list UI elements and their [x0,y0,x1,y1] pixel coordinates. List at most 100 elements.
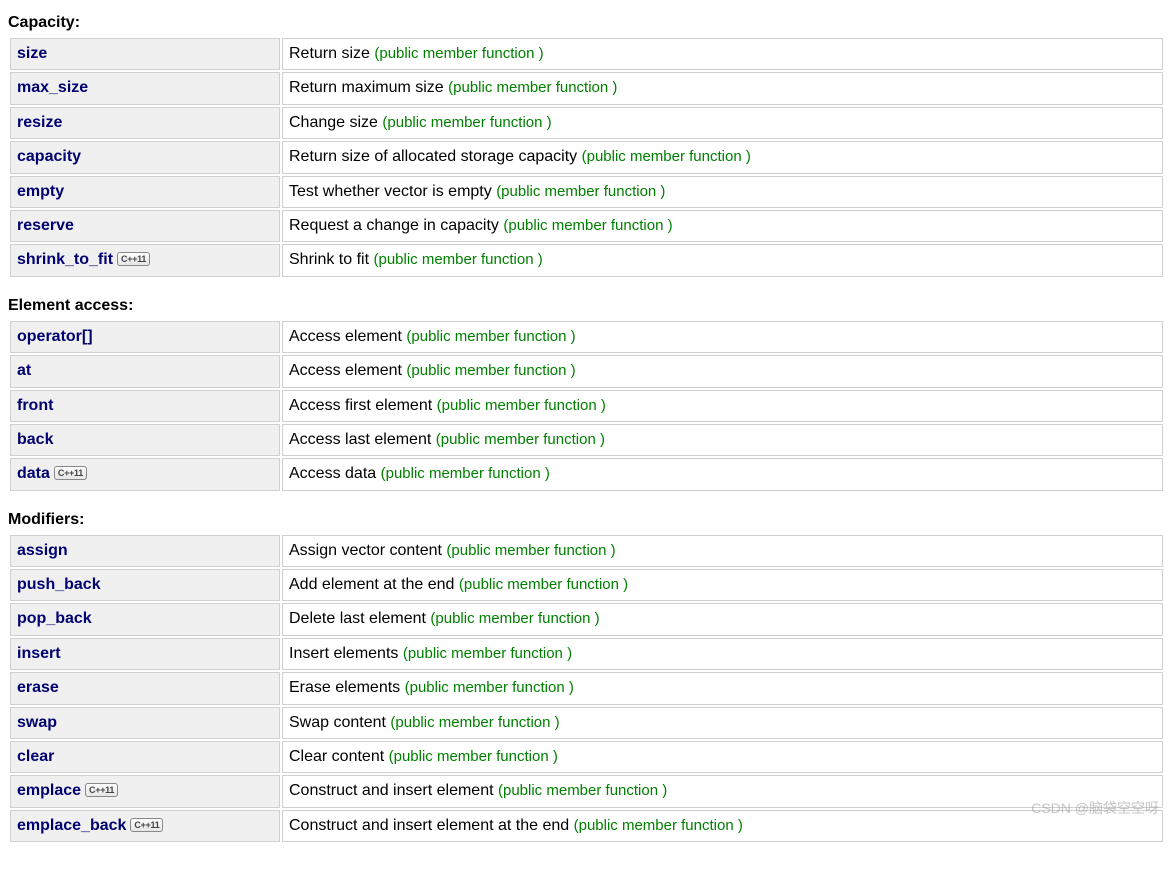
member-desc-cell: Test whether vector is empty (public mem… [282,176,1163,208]
member-name-cell: capacity [10,141,280,173]
member-name-cell: front [10,390,280,422]
member-table: operator[] Access element (public member … [8,319,1165,493]
table-row: clearClear content (public member functi… [10,741,1163,773]
member-name-cell: dataC++11 [10,458,280,490]
member-name-cell: swap [10,707,280,739]
member-desc-cell: Insert elements (public member function … [282,638,1163,670]
member-desc-text: Change size [289,114,382,131]
member-desc-text: Access element [289,362,406,379]
member-link[interactable]: pop_back [17,610,92,627]
member-link[interactable]: emplace [17,782,81,799]
public-member-function-label: (public member function ) [374,45,543,62]
member-desc-cell: Access element (public member function ) [282,355,1163,387]
public-member-function-label: (public member function ) [389,748,558,765]
member-link[interactable]: max_size [17,79,88,96]
table-row: pop_back Delete last element (public memb… [10,603,1163,635]
public-member-function-label: (public member function ) [390,714,559,731]
member-name-cell: empty [10,176,280,208]
member-desc-cell: Access data (public member function ) [282,458,1163,490]
public-member-function-label: (public member function ) [436,431,605,448]
member-desc-cell: Return size (public member function ) [282,38,1163,70]
member-desc-text: Shrink to fit [289,251,373,268]
table-row: size Return size (public member function … [10,38,1163,70]
member-desc-text: Add element at the end [289,576,459,593]
cpp11-badge-icon: C++11 [117,252,150,266]
public-member-function-label: (public member function ) [498,782,667,799]
member-link[interactable]: empty [17,183,64,200]
member-desc-cell: Delete last element (public member funct… [282,603,1163,635]
member-link[interactable]: at [17,362,31,379]
cpp11-badge-icon: C++11 [130,818,163,832]
public-member-function-label: (public member function ) [496,183,665,200]
table-row: erase Erase elements (public member funct… [10,672,1163,704]
member-link[interactable]: operator[] [17,328,93,345]
member-desc-cell: Construct and insert element at the end … [282,810,1163,842]
member-name-cell: push_back [10,569,280,601]
member-desc-text: Swap content [289,714,390,731]
table-row: operator[]Access element (public member … [10,321,1163,353]
table-row: capacity Return size of allocated storage… [10,141,1163,173]
table-row: resize Change size (public member functio… [10,107,1163,139]
member-name-cell: operator[] [10,321,280,353]
member-name-cell: resize [10,107,280,139]
member-desc-text: Return size [289,45,374,62]
table-row: back Access last element (public member f… [10,424,1163,456]
member-name-cell: shrink_to_fit C++11 [10,244,280,276]
member-name-cell: max_size [10,72,280,104]
cpp11-badge-icon: C++11 [85,783,118,797]
member-desc-text: Construct and insert element at the end [289,817,574,834]
member-desc-text: Access last element [289,431,436,448]
public-member-function-label: (public member function ) [437,397,606,414]
table-row: insert Insert elements (public member fun… [10,638,1163,670]
member-link[interactable]: emplace_back [17,817,126,834]
member-desc-cell: Return size of allocated storage capacit… [282,141,1163,173]
member-name-cell: pop_back [10,603,280,635]
member-name-cell: assign [10,535,280,567]
table-row: at Access element (public member function… [10,355,1163,387]
member-name-cell: reserve [10,210,280,242]
member-link[interactable]: reserve [17,217,74,234]
member-desc-cell: Construct and insert element (public mem… [282,775,1163,807]
table-row: assign Assign vector content (public memb… [10,535,1163,567]
public-member-function-label: (public member function ) [406,362,575,379]
member-name-cell: insert [10,638,280,670]
section-title: Modifiers: [8,511,1165,529]
member-table: assign Assign vector content (public memb… [8,533,1165,845]
member-link[interactable]: data [17,465,50,482]
member-desc-text: Access element [289,328,406,345]
member-link[interactable]: swap [17,714,57,731]
member-desc-cell: Change size (public member function ) [282,107,1163,139]
table-row: max_sizeReturn maximum size (public memb… [10,72,1163,104]
member-link[interactable]: push_back [17,576,101,593]
public-member-function-label: (public member function ) [405,679,574,696]
member-name-cell: emplace C++11 [10,775,280,807]
member-link[interactable]: capacity [17,148,81,165]
member-link[interactable]: assign [17,542,68,559]
member-desc-text: Return size of allocated storage capacit… [289,148,582,165]
public-member-function-label: (public member function ) [446,542,615,559]
public-member-function-label: (public member function ) [373,251,542,268]
member-link[interactable]: resize [17,114,62,131]
member-name-cell: at [10,355,280,387]
member-name-cell: back [10,424,280,456]
member-link[interactable]: size [17,45,47,62]
table-row: emplace_back C++11 Construct and insert el… [10,810,1163,842]
member-desc-cell: Erase elements (public member function ) [282,672,1163,704]
member-desc-text: Assign vector content [289,542,446,559]
section-title: Element access: [8,297,1165,315]
member-desc-cell: Swap content (public member function ) [282,707,1163,739]
member-link[interactable]: erase [17,679,59,696]
member-link[interactable]: shrink_to_fit [17,251,113,268]
table-row: emplace C++11 Construct and insert element… [10,775,1163,807]
member-link[interactable]: front [17,397,53,414]
member-desc-text: Access first element [289,397,437,414]
member-link[interactable]: insert [17,645,61,662]
member-desc-text: Delete last element [289,610,430,627]
member-desc-cell: Add element at the end (public member fu… [282,569,1163,601]
member-desc-cell: Request a change in capacity (public mem… [282,210,1163,242]
member-desc-text: Test whether vector is empty [289,183,496,200]
table-row: shrink_to_fit C++11 Shrink to fit (public … [10,244,1163,276]
member-link[interactable]: back [17,431,53,448]
member-desc-cell: Shrink to fit (public member function ) [282,244,1163,276]
member-link[interactable]: clear [17,748,54,765]
